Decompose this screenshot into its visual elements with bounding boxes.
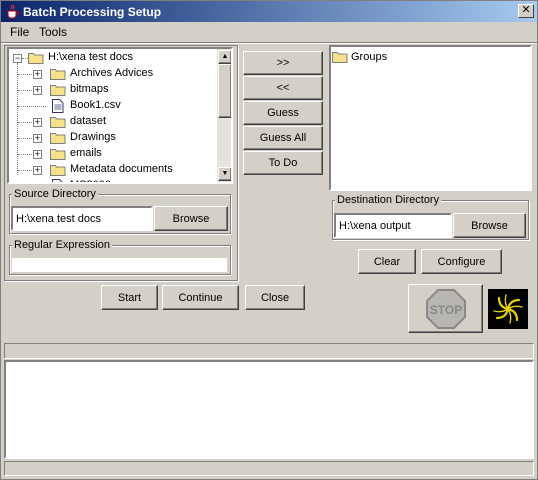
expand-icon[interactable]: + bbox=[33, 150, 42, 159]
expand-icon[interactable]: + bbox=[33, 86, 42, 95]
destination-directory-field[interactable]: H:\xena output bbox=[334, 213, 452, 238]
regex-label: Regular Expression bbox=[12, 239, 112, 251]
tree-item[interactable]: + Drawings bbox=[9, 130, 215, 146]
clear-button[interactable]: Clear bbox=[358, 249, 416, 274]
list-item-label: Groups bbox=[351, 51, 388, 63]
folder-icon bbox=[50, 69, 66, 80]
tree-item-label: emails bbox=[70, 147, 102, 159]
progress-bar bbox=[4, 343, 534, 359]
tree-item-label: Drawings bbox=[70, 131, 116, 143]
todo-button[interactable]: To Do bbox=[243, 151, 323, 175]
expand-icon[interactable]: + bbox=[33, 70, 42, 79]
tree-item-label: Metadata documents bbox=[70, 163, 173, 175]
start-button[interactable]: Start bbox=[101, 285, 158, 310]
stop-text: STOP bbox=[429, 303, 461, 317]
title-bar[interactable]: Batch Processing Setup ✕ bbox=[1, 1, 537, 22]
tree-root-row[interactable]: − H:\xena test docs bbox=[9, 50, 219, 66]
tree-root-label: H:\xena test docs bbox=[48, 51, 133, 63]
collapse-icon[interactable]: − bbox=[13, 54, 22, 63]
destination-directory-value: H:\xena output bbox=[339, 220, 411, 232]
move-right-button[interactable]: >> bbox=[243, 51, 323, 75]
guess-button[interactable]: Guess bbox=[243, 101, 323, 125]
expand-icon[interactable]: + bbox=[33, 118, 42, 127]
destination-list[interactable]: Groups bbox=[329, 45, 532, 191]
close-button[interactable]: Close bbox=[245, 285, 305, 310]
scroll-down-icon[interactable]: ▼ bbox=[218, 167, 231, 181]
stop-sign-icon: STOP bbox=[425, 288, 466, 329]
spiral-logo-icon bbox=[493, 294, 523, 324]
source-directory-label: Source Directory bbox=[12, 188, 98, 200]
menu-file[interactable]: File bbox=[10, 25, 29, 39]
destination-browse-button[interactable]: Browse bbox=[453, 213, 526, 238]
scroll-thumb[interactable] bbox=[218, 64, 231, 118]
tree-item-label: bitmaps bbox=[70, 83, 109, 95]
tree-item[interactable]: + Archives Advices bbox=[9, 66, 215, 82]
tree-item-label: dataset bbox=[70, 115, 107, 127]
tree-item[interactable]: + Metadata documents bbox=[9, 162, 215, 178]
configure-button[interactable]: Configure bbox=[421, 249, 502, 274]
source-browse-button[interactable]: Browse bbox=[154, 206, 228, 231]
tree-item[interactable]: + bitmaps bbox=[9, 82, 215, 98]
folder-icon bbox=[50, 165, 66, 176]
tree-item-label: Archives Advices bbox=[70, 67, 154, 79]
expand-icon[interactable]: + bbox=[33, 134, 42, 143]
tree-item-label: Book1.csv bbox=[70, 99, 121, 111]
tree-item[interactable]: Book1.csv bbox=[9, 98, 215, 114]
stop-button[interactable]: STOP bbox=[408, 284, 483, 333]
folder-icon bbox=[50, 133, 66, 144]
spiral-logo bbox=[488, 289, 528, 329]
menu-separator bbox=[1, 42, 537, 44]
source-tree[interactable]: − H:\xena test docs + Archives Advices + bi… bbox=[7, 47, 233, 184]
regex-input[interactable] bbox=[11, 257, 228, 273]
window-close-button[interactable]: ✕ bbox=[518, 4, 534, 18]
source-directory-value: H:\xena test docs bbox=[16, 213, 101, 225]
file-icon bbox=[52, 99, 64, 113]
expand-icon[interactable]: + bbox=[33, 166, 42, 175]
destination-directory-label: Destination Directory bbox=[335, 194, 442, 206]
continue-button[interactable]: Continue bbox=[162, 285, 239, 310]
move-left-button[interactable]: << bbox=[243, 76, 323, 100]
folder-icon bbox=[50, 117, 66, 128]
folder-open-icon bbox=[28, 53, 44, 64]
tree-item[interactable]: MS2000 bbox=[9, 178, 215, 182]
tree-item-label: MS2000 bbox=[70, 179, 111, 182]
file-icon bbox=[52, 179, 63, 182]
scroll-up-icon[interactable]: ▲ bbox=[218, 50, 231, 64]
java-cup-icon bbox=[7, 4, 19, 19]
tree-scrollbar[interactable]: ▲ ▼ bbox=[217, 49, 231, 182]
menu-tools[interactable]: Tools bbox=[39, 25, 67, 39]
folder-icon bbox=[332, 52, 348, 63]
menu-bar: File Tools bbox=[1, 22, 537, 42]
tree-item[interactable]: + dataset bbox=[9, 114, 215, 130]
guess-all-button[interactable]: Guess All bbox=[243, 126, 323, 150]
source-directory-field[interactable]: H:\xena test docs bbox=[11, 206, 153, 231]
window-title: Batch Processing Setup bbox=[23, 5, 162, 19]
folder-icon bbox=[50, 85, 66, 96]
log-output-area[interactable] bbox=[4, 360, 534, 459]
status-bar bbox=[4, 461, 534, 476]
close-icon: ✕ bbox=[521, 4, 531, 16]
folder-icon bbox=[50, 149, 66, 160]
tree-item[interactable]: + emails bbox=[9, 146, 215, 162]
